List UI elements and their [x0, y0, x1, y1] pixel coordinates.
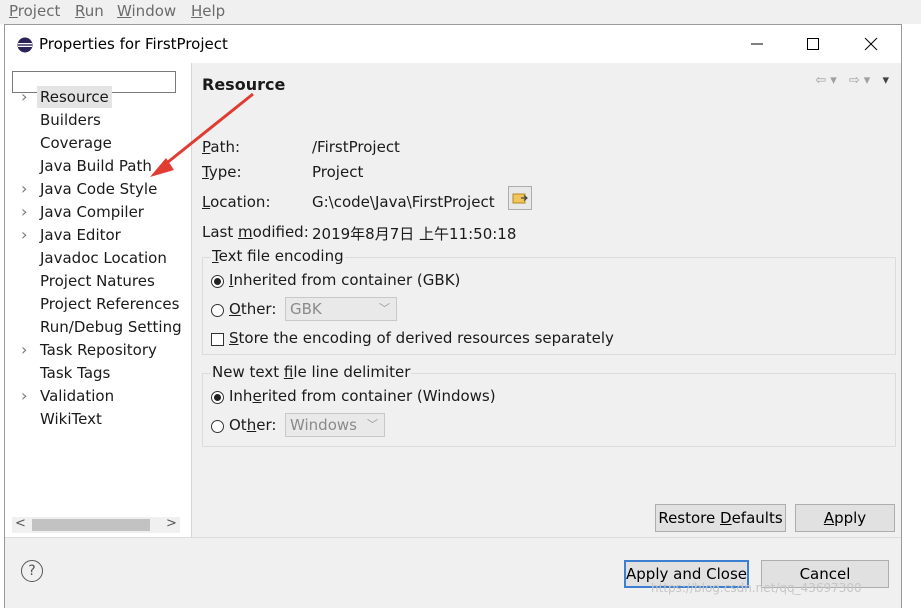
location-label: Location:: [202, 193, 271, 211]
tree-item-label: Validation: [40, 387, 115, 405]
page-nav-icons: ⇦▾ ⇨▾ ▾: [815, 73, 893, 88]
show-in-explorer-button[interactable]: [508, 186, 532, 210]
tree-item-label: Java Build Path: [40, 157, 152, 175]
dialog-title: Properties for FirstProject: [39, 35, 228, 53]
chevron-right-icon[interactable]: ›: [21, 178, 31, 200]
close-button[interactable]: [851, 31, 891, 57]
text-file-encoding-legend: Text file encoding: [211, 247, 345, 265]
minimize-button[interactable]: [737, 31, 777, 57]
encoding-inherited-label[interactable]: Inherited from container (GBK): [229, 271, 460, 289]
last-modified-label: Last modified:: [202, 223, 309, 241]
tree-item-label: Builders: [40, 111, 101, 129]
apply-button[interactable]: Apply: [795, 504, 895, 532]
line-delimiter-group: New text file line delimiter Inherited f…: [202, 363, 896, 447]
menu-help[interactable]: Help: [191, 2, 225, 20]
tree-item[interactable]: Project Natures: [5, 270, 191, 292]
menu-project[interactable]: Project: [9, 2, 60, 20]
tree-item[interactable]: › Resource: [5, 86, 191, 108]
tree-item-label: Run/Debug Setting: [40, 318, 182, 336]
maximize-icon: [807, 38, 819, 50]
type-label: Type:: [202, 163, 242, 181]
back-arrow-icon[interactable]: ⇦▾: [815, 73, 840, 88]
tree-item[interactable]: Project References: [5, 293, 191, 315]
path-value: /FirstProject: [312, 138, 400, 156]
tree-item[interactable]: Task Tags: [5, 362, 191, 384]
derived-encoding-label[interactable]: Store the encoding of derived resources …: [229, 329, 614, 347]
dialog-titlebar: Properties for FirstProject: [5, 25, 901, 63]
properties-dialog: Properties for FirstProject › Resource Bui…: [4, 24, 902, 608]
tree-item[interactable]: › Java Code Style: [5, 178, 191, 200]
tree-item[interactable]: Run/Debug Setting: [5, 316, 191, 338]
chevron-right-icon[interactable]: ›: [21, 201, 31, 223]
menu-run[interactable]: Run: [75, 2, 104, 20]
last-modified-value: 2019年8月7日 上午11:50:18: [312, 225, 517, 243]
help-icon[interactable]: ?: [21, 560, 43, 582]
tree-item[interactable]: Java Build Path: [5, 155, 191, 177]
tree-item[interactable]: Builders: [5, 109, 191, 131]
tree-item[interactable]: › Java Compiler: [5, 201, 191, 223]
tree-item-label: Resource: [37, 86, 112, 108]
tree-item[interactable]: Coverage: [5, 132, 191, 154]
tree-item[interactable]: › Task Repository: [5, 339, 191, 361]
minimize-icon: [751, 43, 763, 45]
tree-item-label: WikiText: [40, 410, 102, 428]
scroll-right-icon[interactable]: >: [166, 516, 177, 531]
tree-item-label: Coverage: [40, 134, 112, 152]
page-header: Resource ⇦▾ ⇨▾ ▾: [192, 63, 901, 103]
scroll-left-icon[interactable]: <: [15, 516, 26, 531]
encoding-other-label[interactable]: Other:: [229, 300, 276, 318]
chevron-right-icon[interactable]: ›: [21, 339, 31, 361]
open-folder-icon: [512, 193, 528, 204]
delimiter-inherited-label[interactable]: Inherited from container (Windows): [229, 387, 496, 405]
tree-item-label: Javadoc Location: [40, 249, 167, 267]
watermark-text: https://blog.csdn.net/qq_43697300: [651, 581, 862, 595]
dialog-button-bar: ? Apply and Close Cancel https://blog.cs…: [5, 537, 901, 608]
encoding-other-radio[interactable]: [211, 304, 224, 317]
delimiter-inherited-radio[interactable]: [211, 391, 224, 404]
tree-item-label: Task Repository: [40, 341, 157, 359]
type-value: Project: [312, 163, 364, 181]
view-menu-icon[interactable]: ▾: [882, 73, 893, 88]
delimiter-select[interactable]: Windows ﹀: [285, 413, 385, 437]
derived-encoding-checkbox[interactable]: [211, 333, 224, 346]
resource-page: Resource ⇦▾ ⇨▾ ▾ Path: /FirstProject Typ…: [192, 63, 901, 537]
restore-defaults-button[interactable]: Restore Defaults: [655, 504, 786, 532]
scrollbar-thumb[interactable]: [32, 519, 150, 531]
tree-item[interactable]: › Validation: [5, 385, 191, 407]
tree-item-label: Project References: [40, 295, 180, 313]
chevron-right-icon[interactable]: ›: [21, 224, 31, 246]
encoding-select-value: GBK: [290, 300, 322, 318]
encoding-select[interactable]: GBK ﹀: [285, 297, 397, 321]
location-value: G:\code\Java\FirstProject: [312, 193, 495, 211]
encoding-inherited-radio[interactable]: [211, 275, 224, 288]
tree-item-label: Task Tags: [40, 364, 111, 382]
properties-tree-panel: › Resource Builders Coverage Java Build Path…: [5, 63, 192, 537]
tree-item[interactable]: Javadoc Location: [5, 247, 191, 269]
chevron-right-icon[interactable]: ›: [21, 385, 31, 407]
page-title: Resource: [202, 75, 286, 94]
delimiter-other-label[interactable]: Other:: [229, 416, 276, 434]
tree-item-label: Java Compiler: [40, 203, 144, 221]
tree-item[interactable]: › Java Editor: [5, 224, 191, 246]
tree-horizontal-scrollbar[interactable]: < >: [12, 516, 180, 533]
tree-item-label: Project Natures: [40, 272, 155, 290]
eclipse-icon: [17, 37, 33, 53]
menu-window[interactable]: Window: [117, 2, 176, 20]
path-label: Path:: [202, 138, 241, 156]
tree-item-label: Java Editor: [40, 226, 121, 244]
maximize-button[interactable]: [793, 31, 833, 57]
delimiter-other-radio[interactable]: [211, 420, 224, 433]
close-icon: [864, 37, 878, 51]
app-menubar: Project Run Window Help: [0, 0, 921, 24]
tree-item[interactable]: WikiText: [5, 408, 191, 430]
chevron-down-icon: ﹀: [379, 302, 390, 315]
tree-item-label: Java Code Style: [40, 180, 158, 198]
forward-arrow-icon[interactable]: ⇨▾: [849, 73, 874, 88]
text-file-encoding-group: Text file encoding Inherited from contai…: [202, 247, 896, 355]
chevron-right-icon[interactable]: ›: [21, 86, 31, 108]
delimiter-select-value: Windows: [290, 416, 357, 434]
line-delimiter-legend: New text file line delimiter: [211, 363, 412, 381]
chevron-down-icon: ﹀: [367, 418, 378, 431]
